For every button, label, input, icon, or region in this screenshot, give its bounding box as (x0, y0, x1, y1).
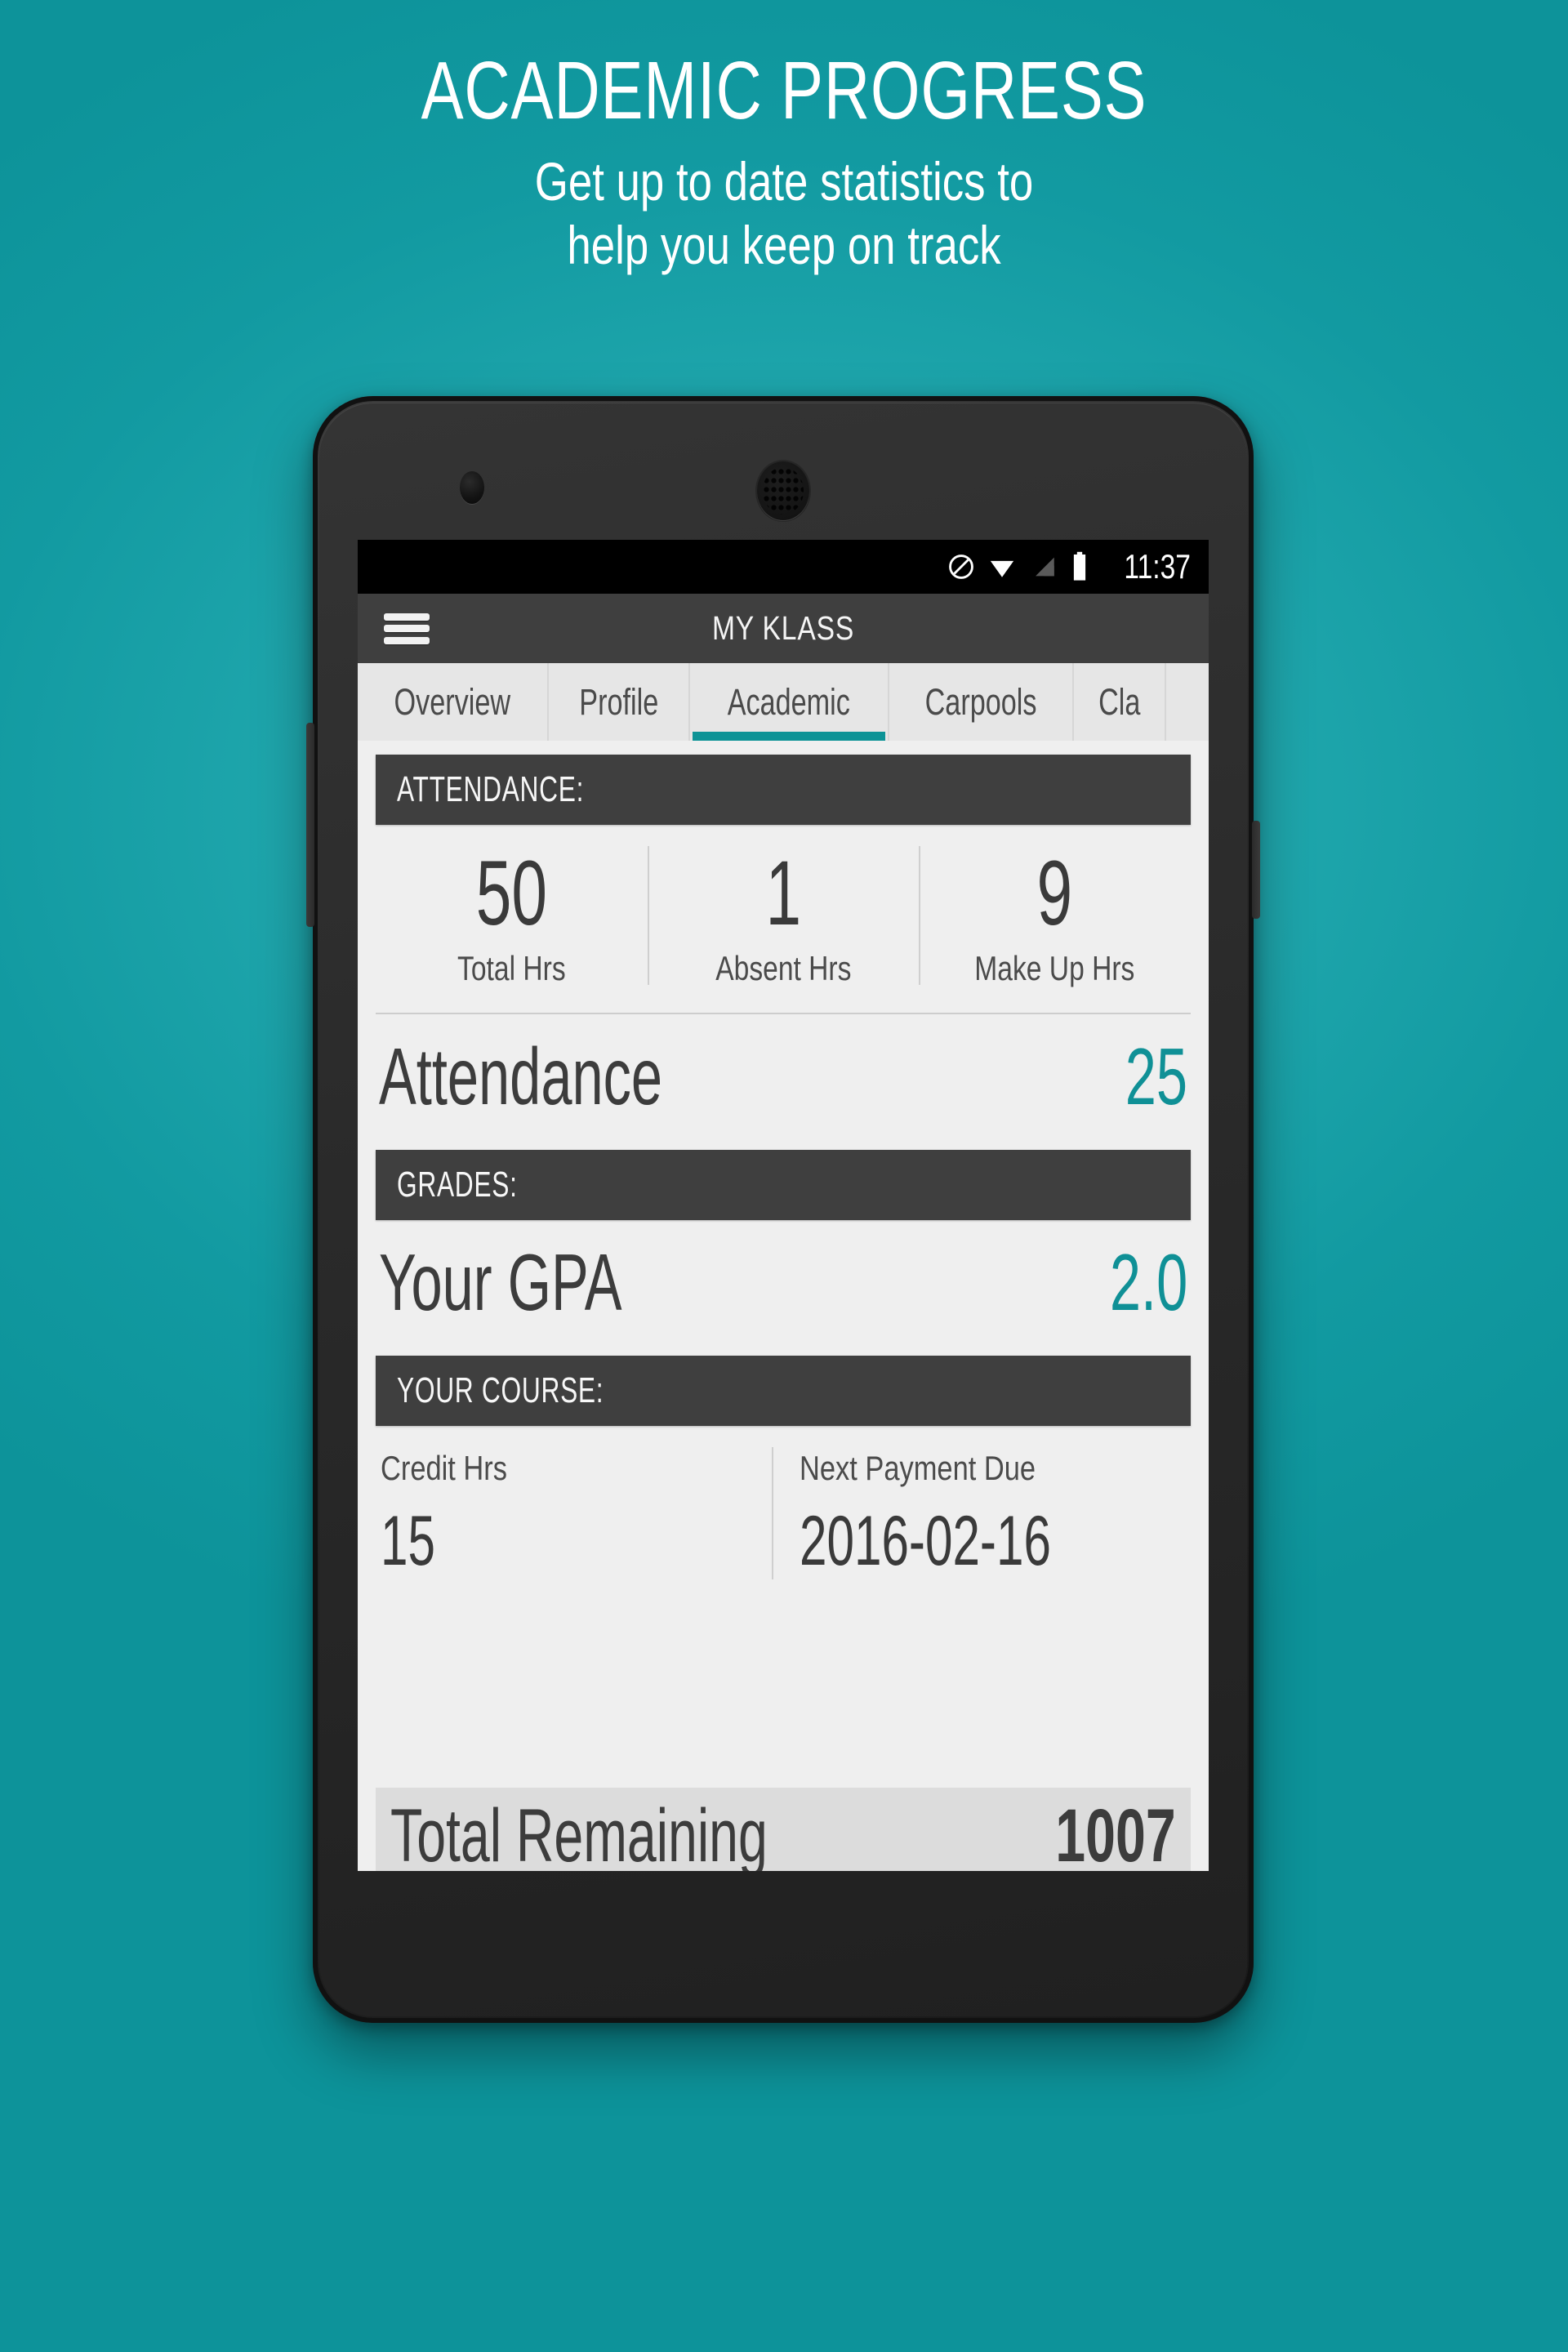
gpa-label: Your GPA (379, 1237, 622, 1327)
total-remaining-label: Total Remaining (390, 1793, 768, 1872)
section-header-label: GRADES: (397, 1165, 518, 1205)
tab-label: Overview (394, 680, 511, 723)
phone-mockup: 11:37 MY KLASS Overview Profile Academic… (306, 396, 1260, 2023)
tab-profile[interactable]: Profile (549, 663, 691, 741)
section-header-course: YOUR COURSE: (376, 1356, 1191, 1426)
section-header-label: YOUR COURSE: (397, 1370, 604, 1410)
section-header-attendance: ATTENDANCE: (376, 755, 1191, 825)
stat-value: 9 (1036, 842, 1073, 944)
tab-overview[interactable]: Overview (358, 663, 549, 741)
tab-label: Profile (578, 680, 658, 723)
phone-screen: 11:37 MY KLASS Overview Profile Academic… (358, 540, 1209, 1871)
section-header-label: ATTENDANCE: (397, 769, 585, 809)
earpiece-speaker-icon (757, 461, 809, 520)
stat-value: 1 (765, 842, 801, 944)
signal-icon (1029, 553, 1058, 581)
status-bar-clock: 11:37 (1124, 547, 1191, 586)
stat-label: Make Up Hrs (974, 949, 1135, 987)
stat-label: Absent Hrs (715, 949, 852, 987)
gpa-row: Your GPA 2.0 (376, 1228, 1191, 1342)
stat-absent-hrs: 1 Absent Hrs (647, 841, 920, 988)
power-button[interactable] (1252, 821, 1260, 919)
course-field-label: Credit Hrs (381, 1449, 508, 1487)
section-header-grades: GRADES: (376, 1150, 1191, 1220)
course-field-label: Next Payment Due (800, 1449, 1036, 1487)
app-bar: MY KLASS (358, 594, 1209, 663)
stat-label: Total Hrs (457, 949, 566, 987)
total-remaining-value: 1007 (1055, 1793, 1176, 1872)
promo-copy: ACADEMIC PROGRESS Get up to date statist… (0, 49, 1568, 278)
status-bar: 11:37 (358, 540, 1209, 594)
promo-banner: ACADEMIC PROGRESS Get up to date statist… (0, 0, 1568, 2352)
promo-subtitle: Get up to date statistics to help you ke… (157, 150, 1411, 278)
volume-button[interactable] (306, 723, 314, 927)
stat-value: 50 (475, 842, 547, 944)
course-credit-hours: Credit Hrs 15 (376, 1444, 772, 1594)
tab-academic[interactable]: Academic (690, 663, 889, 741)
attendance-summary-value: 25 (1125, 1031, 1187, 1121)
gpa-value: 2.0 (1109, 1237, 1187, 1327)
course-field-value: 2016-02-16 (800, 1502, 1051, 1580)
promo-subtitle-line-1: Get up to date statistics to (534, 151, 1034, 212)
tab-label: Academic (727, 680, 850, 723)
total-remaining-row: Total Remaining 1007 (376, 1788, 1191, 1871)
tab-classes[interactable]: Cla (1074, 663, 1167, 741)
academic-content: ATTENDANCE: 50 Total Hrs 1 Absent Hrs 9 … (358, 741, 1209, 1871)
tab-label: Cla (1098, 680, 1141, 723)
course-next-payment: Next Payment Due 2016-02-16 (772, 1444, 1191, 1594)
tab-bar[interactable]: Overview Profile Academic Carpools Cla (358, 663, 1209, 741)
hamburger-line (384, 636, 430, 644)
attendance-summary-row: Attendance 25 (376, 1022, 1191, 1136)
battery-icon (1070, 551, 1089, 582)
tab-carpools[interactable]: Carpools (889, 663, 1074, 741)
tab-label: Carpools (924, 680, 1037, 723)
page-title: ACADEMIC PROGRESS (421, 45, 1147, 136)
do-not-disturb-icon (947, 553, 975, 581)
hamburger-line (384, 625, 430, 632)
course-details-row: Credit Hrs 15 Next Payment Due 2016-02-1… (376, 1444, 1191, 1594)
course-field-value: 15 (381, 1502, 435, 1580)
front-camera-icon (460, 471, 484, 504)
wifi-icon (987, 553, 1018, 581)
attendance-summary-label: Attendance (379, 1031, 663, 1121)
hamburger-line (384, 612, 430, 621)
stat-total-hrs: 50 Total Hrs (376, 841, 648, 988)
hamburger-menu-icon[interactable] (384, 612, 430, 644)
attendance-stats-row: 50 Total Hrs 1 Absent Hrs 9 Make Up Hrs (376, 841, 1191, 1009)
stat-makeup-hrs: 9 Make Up Hrs (919, 841, 1191, 988)
divider (376, 1013, 1191, 1014)
promo-subtitle-line-2: help you keep on track (567, 214, 1001, 275)
app-bar-title: MY KLASS (711, 609, 855, 647)
